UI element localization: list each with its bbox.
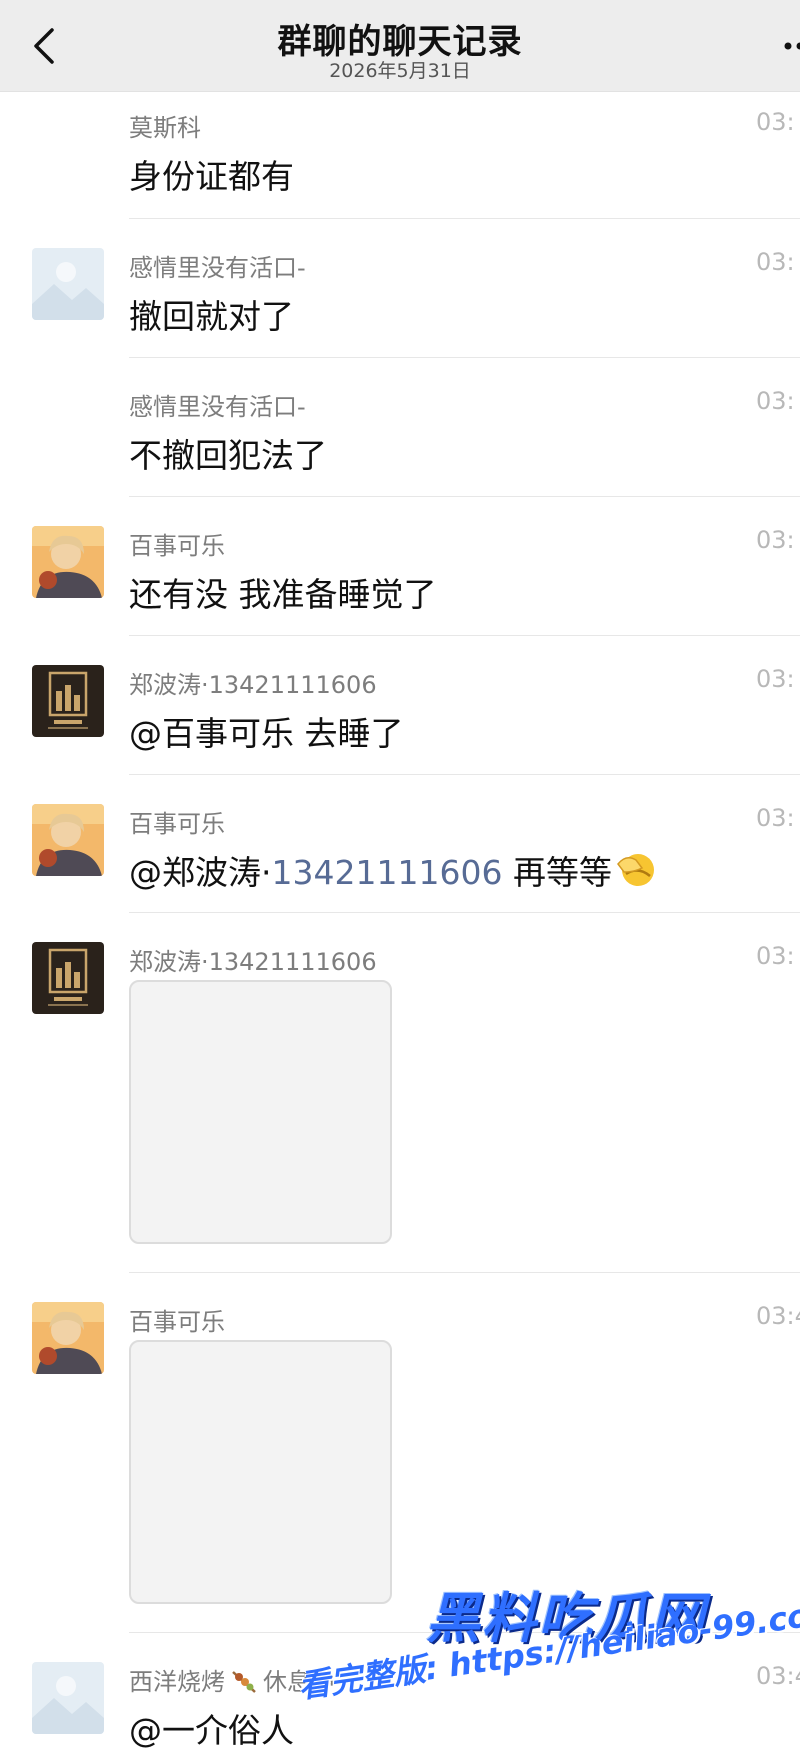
message-text: @一介俗人	[129, 1711, 294, 1750]
avatar[interactable]	[32, 248, 104, 320]
message-time: 03:	[756, 248, 795, 276]
message-text: 撤回就对了	[129, 297, 294, 336]
message-time: 03:4	[756, 1302, 800, 1330]
sender-name: 莫斯科	[129, 114, 201, 142]
message-text: 身份证都有	[129, 157, 294, 196]
avatar[interactable]	[32, 1662, 104, 1734]
anime-avatar-icon	[32, 1302, 104, 1374]
message-time: 03:	[756, 942, 795, 970]
image-message[interactable]	[129, 980, 392, 1244]
sender-name: 郑波涛·13421111606	[129, 671, 377, 699]
placeholder-image-icon	[32, 1662, 104, 1734]
avatar[interactable]	[32, 942, 104, 1014]
image-message[interactable]	[129, 1340, 392, 1604]
message-text: 还有没 我准备睡觉了	[129, 575, 437, 614]
sender-name: 感情里没有活口-	[129, 254, 306, 282]
skewer-emoji	[232, 1671, 256, 1693]
message-time: 03:	[756, 526, 795, 554]
sender-name: 百事可乐	[129, 810, 225, 838]
building-logo-icon	[32, 942, 104, 1014]
message-item[interactable]: 百事可乐 03: 还有没 我准备睡觉了	[0, 496, 800, 636]
phone-number-link[interactable]: 13421111606	[272, 853, 503, 892]
message-text: 不撤回犯法了	[129, 436, 327, 475]
message-item[interactable]: 郑波涛·13421111606 03: @百事可乐 去睡了	[0, 635, 800, 775]
message-text: @郑波涛·13421111606 再等等	[129, 846, 658, 894]
message-item[interactable]: 郑波涛·13421111606 03:	[0, 912, 800, 1273]
mention-suffix: 再等等	[502, 853, 612, 892]
sender-name: 百事可乐	[129, 532, 225, 560]
message-time: 03:	[756, 108, 795, 136]
face-palm-emoji	[617, 854, 654, 886]
message-item[interactable]: 感情里没有活口- 03: 不撤回犯法了	[0, 357, 800, 497]
avatar[interactable]	[32, 665, 104, 737]
message-time: 03:	[756, 387, 795, 415]
message-item[interactable]: 感情里没有活口- 03: 撤回就对了	[0, 218, 800, 358]
message-item[interactable]: 莫斯科 03: 身份证都有	[0, 92, 800, 219]
avatar[interactable]	[32, 526, 104, 598]
anime-avatar-icon	[32, 526, 104, 598]
message-item[interactable]: 百事可乐 03: @郑波涛·13421111606 再等等	[0, 774, 800, 913]
sender-name: 感情里没有活口-	[129, 393, 306, 421]
message-time: 03:	[756, 804, 795, 832]
watermark-overlay: 黑料吃瓜网 看完整版: https://heiliao-99.com	[296, 1570, 800, 1764]
sender-name: 百事可乐	[129, 1308, 225, 1336]
mention-prefix: @郑波涛·	[129, 853, 272, 892]
history-date: 2026年5月31日	[329, 60, 471, 82]
building-logo-icon	[32, 665, 104, 737]
anime-avatar-icon	[32, 804, 104, 876]
sender-name-text: 西洋烧烤	[129, 1668, 225, 1696]
message-text: @百事可乐 去睡了	[129, 714, 404, 753]
message-time: 03:	[756, 665, 795, 693]
placeholder-image-icon	[32, 248, 104, 320]
more-dots-icon[interactable]	[782, 38, 800, 54]
avatar[interactable]	[32, 804, 104, 876]
chat-history-header: 群聊的聊天记录 2026年5月31日	[0, 0, 800, 92]
avatar[interactable]	[32, 1302, 104, 1374]
sender-name: 郑波涛·13421111606	[129, 948, 377, 976]
